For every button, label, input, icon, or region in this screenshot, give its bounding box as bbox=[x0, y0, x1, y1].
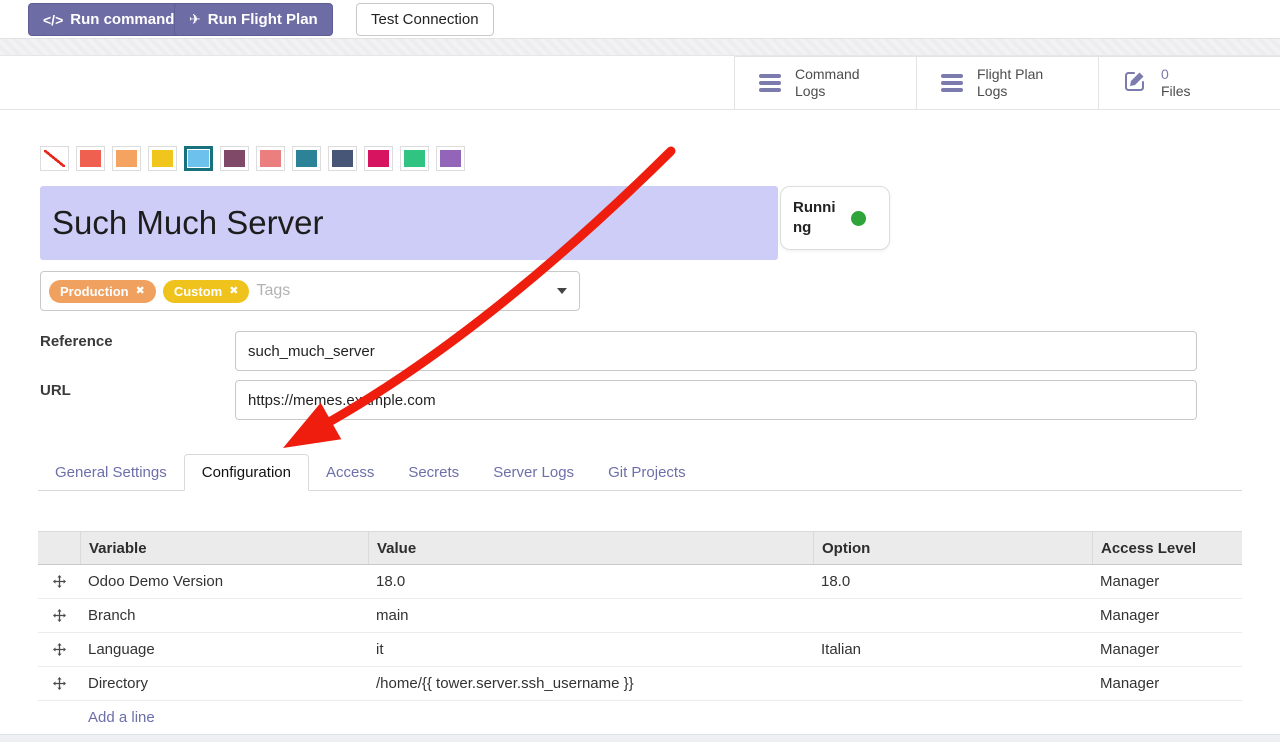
command-logs-button[interactable]: Command Logs bbox=[734, 57, 916, 109]
cell-option[interactable]: 18.0 bbox=[813, 573, 1092, 590]
notebook-tabs: General Settings Configuration Access Se… bbox=[38, 454, 1242, 491]
table-row[interactable]: Language it Italian Manager bbox=[38, 633, 1242, 667]
tag-production-remove-icon[interactable]: ✖ bbox=[136, 286, 145, 297]
stat-button-row: Command Logs Flight Plan Logs 0 Files bbox=[0, 56, 1280, 110]
run-flight-plan-label: Run Flight Plan bbox=[208, 11, 318, 28]
plane-icon: ✈ bbox=[189, 11, 201, 28]
test-connection-label: Test Connection bbox=[371, 11, 479, 28]
files-count: 0 bbox=[1161, 66, 1169, 82]
flight-plan-logs-button[interactable]: Flight Plan Logs bbox=[916, 57, 1098, 109]
swatch-orange[interactable] bbox=[112, 146, 141, 171]
swatch-magenta[interactable] bbox=[364, 146, 393, 171]
flight-plan-logs-label-1: Flight Plan bbox=[977, 66, 1043, 82]
drag-handle-icon[interactable] bbox=[38, 575, 80, 588]
reference-input[interactable] bbox=[235, 331, 1197, 371]
run-flight-plan-button[interactable]: ✈ Run Flight Plan bbox=[174, 3, 333, 36]
cell-access[interactable]: Manager bbox=[1092, 675, 1242, 692]
swatch-yellow[interactable] bbox=[148, 146, 177, 171]
table-row[interactable]: Odoo Demo Version 18.0 18.0 Manager bbox=[38, 565, 1242, 599]
files-button[interactable]: 0 Files bbox=[1098, 57, 1280, 109]
reference-label: Reference bbox=[40, 333, 113, 350]
swatch-red[interactable] bbox=[76, 146, 105, 171]
tag-custom-remove-icon[interactable]: ✖ bbox=[229, 286, 238, 297]
status-label: Running bbox=[793, 198, 843, 239]
list-icon bbox=[941, 74, 963, 92]
swatch-purple[interactable] bbox=[436, 146, 465, 171]
tab-access[interactable]: Access bbox=[309, 455, 391, 490]
status-button[interactable]: Running bbox=[780, 186, 890, 250]
configuration-table: Variable Value Option Access Level Odoo … bbox=[38, 531, 1242, 734]
command-logs-label-2: Logs bbox=[795, 83, 825, 99]
swatch-salmon[interactable] bbox=[256, 146, 285, 171]
cell-access[interactable]: Manager bbox=[1092, 573, 1242, 590]
cell-variable[interactable]: Odoo Demo Version bbox=[80, 573, 368, 590]
swatch-teal[interactable] bbox=[292, 146, 321, 171]
handle-column-header bbox=[38, 532, 80, 564]
tab-general-settings[interactable]: General Settings bbox=[38, 455, 184, 490]
top-toolbar: </> Run command ✈ Run Flight Plan Test C… bbox=[0, 0, 1280, 38]
cell-access[interactable]: Manager bbox=[1092, 607, 1242, 624]
cell-value[interactable]: 18.0 bbox=[368, 573, 813, 590]
drag-handle-icon[interactable] bbox=[38, 609, 80, 622]
cell-value[interactable]: it bbox=[368, 641, 813, 658]
drag-handle-icon[interactable] bbox=[38, 643, 80, 656]
col-value[interactable]: Value bbox=[368, 532, 813, 564]
tab-configuration[interactable]: Configuration bbox=[184, 454, 309, 491]
cell-value[interactable]: /home/{{ tower.server.ssh_username }} bbox=[368, 675, 813, 692]
col-variable[interactable]: Variable bbox=[80, 532, 368, 564]
drag-handle-icon[interactable] bbox=[38, 677, 80, 690]
code-icon: </> bbox=[43, 12, 63, 28]
tab-git-projects[interactable]: Git Projects bbox=[591, 455, 703, 490]
cell-variable[interactable]: Directory bbox=[80, 675, 368, 692]
flight-plan-logs-label-2: Logs bbox=[977, 83, 1007, 99]
url-input[interactable] bbox=[235, 380, 1197, 420]
page-background-strip bbox=[0, 734, 1280, 742]
swatch-darkpurple[interactable] bbox=[220, 146, 249, 171]
swatch-green[interactable] bbox=[400, 146, 429, 171]
tag-custom-label: Custom bbox=[174, 284, 222, 299]
url-label: URL bbox=[40, 382, 71, 399]
tag-custom: Custom ✖ bbox=[163, 280, 250, 303]
chevron-down-icon[interactable] bbox=[557, 288, 567, 294]
tag-production: Production ✖ bbox=[49, 280, 156, 303]
col-access-level[interactable]: Access Level bbox=[1092, 532, 1242, 564]
tag-production-label: Production bbox=[60, 284, 129, 299]
files-label: Files bbox=[1161, 83, 1191, 99]
table-row[interactable]: Branch main Manager bbox=[38, 599, 1242, 633]
tags-placeholder: Tags bbox=[256, 282, 550, 300]
table-row[interactable]: Directory /home/{{ tower.server.ssh_user… bbox=[38, 667, 1242, 701]
cell-access[interactable]: Manager bbox=[1092, 641, 1242, 658]
command-logs-label-1: Command bbox=[795, 66, 860, 82]
no-color-diagonal-icon bbox=[44, 150, 65, 167]
cell-variable[interactable]: Language bbox=[80, 641, 368, 658]
tags-field[interactable]: Production ✖ Custom ✖ Tags bbox=[40, 271, 580, 311]
cell-value[interactable]: main bbox=[368, 607, 813, 624]
test-connection-button[interactable]: Test Connection bbox=[356, 3, 494, 36]
col-option[interactable]: Option bbox=[813, 532, 1092, 564]
add-a-line-link[interactable]: Add a line bbox=[38, 701, 1242, 734]
cell-variable[interactable]: Branch bbox=[80, 607, 368, 624]
swatch-lightblue-selected[interactable] bbox=[184, 146, 213, 171]
tab-secrets[interactable]: Secrets bbox=[391, 455, 476, 490]
tab-server-logs[interactable]: Server Logs bbox=[476, 455, 591, 490]
run-command-button[interactable]: </> Run command bbox=[28, 3, 189, 36]
list-icon bbox=[759, 74, 781, 92]
panel-separator bbox=[0, 38, 1280, 56]
status-dot bbox=[851, 211, 866, 226]
color-picker bbox=[40, 146, 465, 171]
table-header-row: Variable Value Option Access Level bbox=[38, 531, 1242, 565]
run-command-label: Run command bbox=[70, 11, 174, 28]
cell-option[interactable]: Italian bbox=[813, 641, 1092, 658]
server-name-value: Such Much Server bbox=[40, 204, 323, 242]
swatch-darkblue[interactable] bbox=[328, 146, 357, 171]
edit-file-icon bbox=[1123, 69, 1147, 98]
server-name-field[interactable]: Such Much Server bbox=[40, 186, 778, 260]
swatch-no-color[interactable] bbox=[40, 146, 69, 171]
